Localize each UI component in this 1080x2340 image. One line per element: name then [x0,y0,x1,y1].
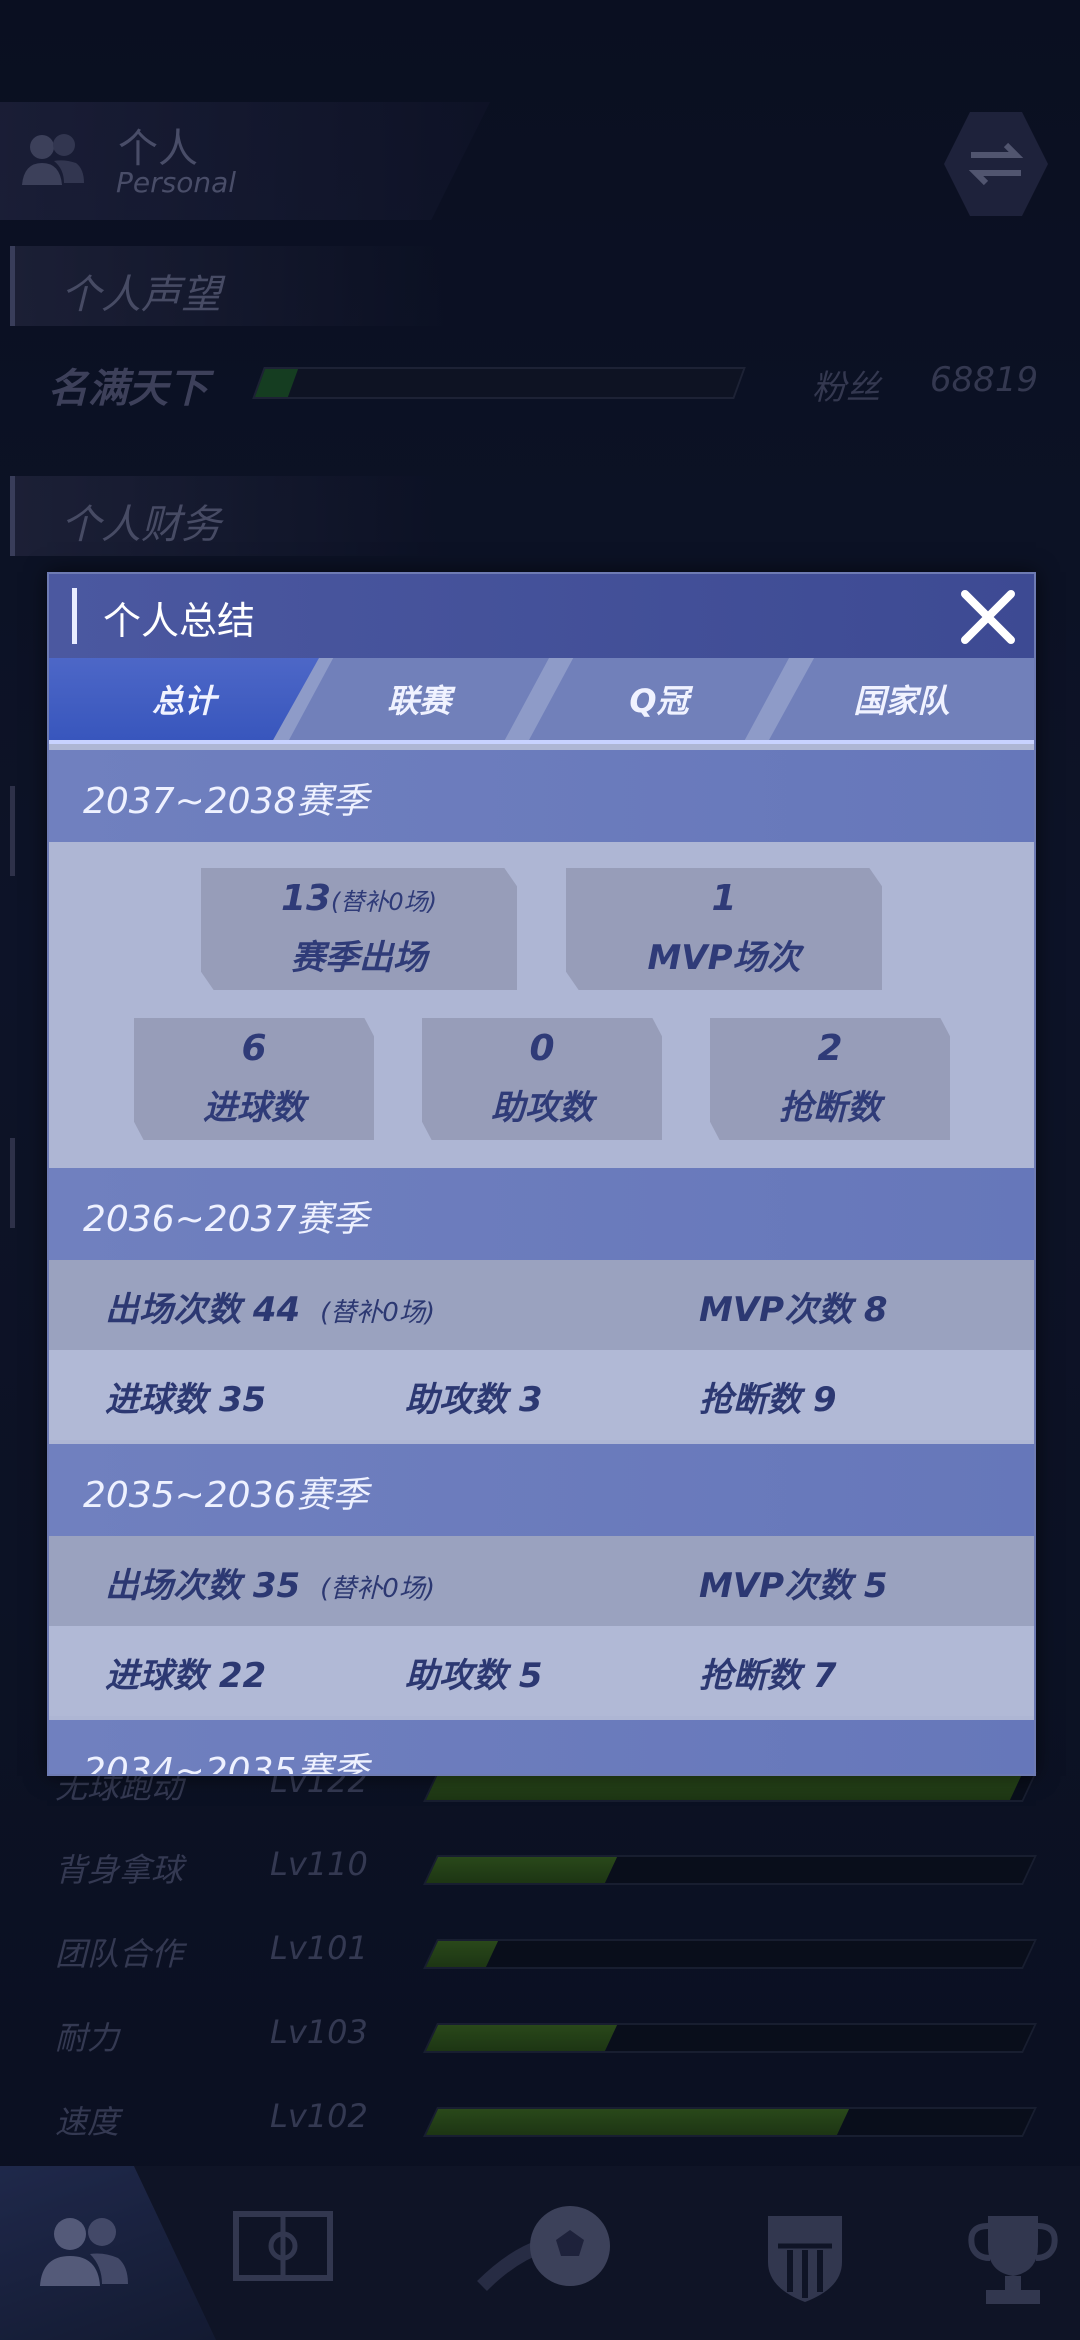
season-header: 2034~2035赛季 [49,1720,1034,1774]
season-stats-row: 出场次数 35 (替补0场) MVP次数 5 [49,1536,1034,1626]
goals-card: 6 进球数 [134,1018,374,1140]
season-stats-row: 进球数 35 助攻数 3 抢断数 9 [49,1350,1034,1440]
season-header: 2037~2038赛季 [49,750,1034,842]
dialog-title: 个人总结 [103,599,256,643]
steals-card: 2 抢断数 [710,1018,950,1140]
tab-national-team[interactable]: 国家队 [769,658,1034,740]
tab-q-cup[interactable]: Q冠 [529,658,789,740]
tab-total[interactable]: 总计 [49,658,319,740]
season-stats-row: 进球数 22 助攻数 5 抢断数 7 [49,1626,1034,1716]
summary-dialog: 个人总结 联赛 Q冠 国家队 总计 2037~2038赛季 13(替补0场) 赛… [47,572,1036,1776]
season-stats-row: 出场次数 44 (替补0场) MVP次数 8 [49,1260,1034,1350]
mvp-card: 1 MVP场次 [566,868,882,990]
title-accent [72,588,77,644]
season-header: 2036~2037赛季 [49,1168,1034,1260]
tab-underline [49,740,1034,744]
close-icon[interactable] [957,586,1019,648]
appearances-card: 13(替补0场) 赛季出场 [201,868,517,990]
dialog-header: 个人总结 [49,574,1034,658]
tab-league[interactable]: 联赛 [289,658,549,740]
assists-card: 0 助攻数 [422,1018,662,1140]
tab-bar: 联赛 Q冠 国家队 总计 [49,658,1034,744]
season-header: 2035~2036赛季 [49,1444,1034,1536]
